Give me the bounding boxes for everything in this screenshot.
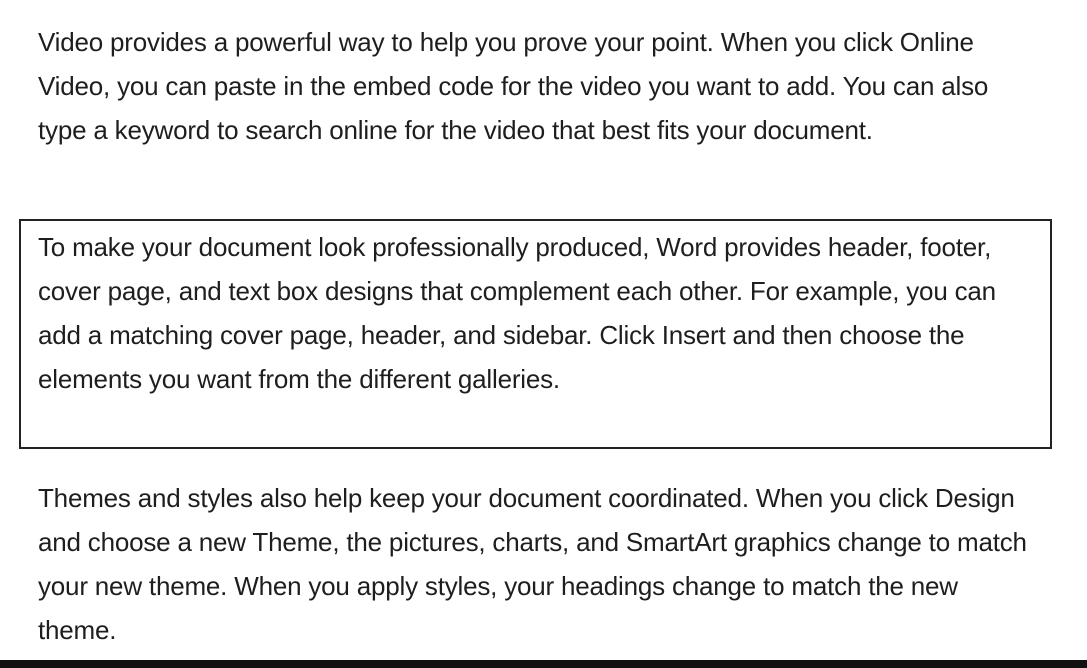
- body-paragraph-word-design: To make your document look professionall…: [38, 232, 996, 394]
- body-paragraph-video: Video provides a powerful way to help yo…: [38, 27, 989, 145]
- document-page: Video provides a powerful way to help yo…: [0, 0, 1087, 668]
- page-bottom-edge: [0, 660, 1087, 668]
- bordered-paragraph-box: To make your document look professionall…: [19, 219, 1052, 449]
- body-paragraph-themes: Themes and styles also help keep your do…: [38, 483, 1027, 645]
